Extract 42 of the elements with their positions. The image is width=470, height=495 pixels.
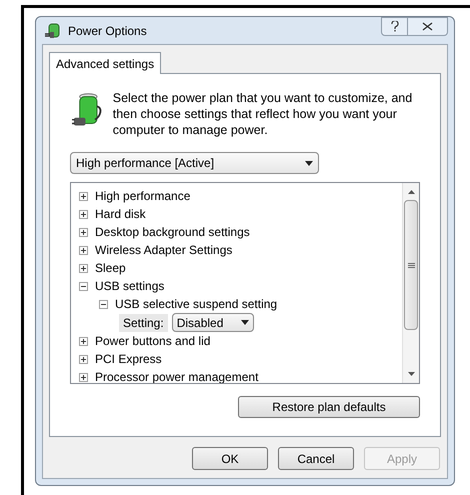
- caret-icon: [305, 160, 313, 166]
- expand-icon[interactable]: [79, 228, 88, 236]
- setting-label: Setting:: [119, 314, 168, 332]
- expand-icon[interactable]: [79, 192, 88, 200]
- scroll-up-icon[interactable]: [408, 190, 414, 194]
- expand-icon[interactable]: [79, 336, 88, 346]
- expand-icon[interactable]: [79, 246, 88, 254]
- dialog-button[interactable]: OK: [192, 447, 268, 470]
- tree-item[interactable]: Sleep: [95, 259, 126, 277]
- close-button[interactable]: [408, 17, 448, 36]
- battery-plug-icon: [44, 22, 62, 40]
- tree-item[interactable]: PCI Express: [95, 350, 162, 368]
- plan-value: High performance [Active]: [76, 155, 214, 172]
- tree-item[interactable]: USB settings: [95, 277, 164, 295]
- expand-icon[interactable]: [79, 354, 88, 364]
- collapse-icon[interactable]: [79, 282, 88, 290]
- tree-item[interactable]: High performance: [95, 187, 190, 205]
- scrollbar[interactable]: [402, 183, 419, 383]
- tree-item[interactable]: Desktop background settings: [95, 223, 250, 241]
- tree-item[interactable]: Hard disk: [95, 205, 146, 223]
- intro-text: Select the power plan that you want to customize, and then choose settings that reflect how you want your computer to manage power.: [112, 90, 414, 138]
- grip-icon: [408, 262, 414, 268]
- help-button[interactable]: [381, 17, 408, 36]
- caret-icon: [240, 320, 249, 325]
- scrollbar-thumb[interactable]: [404, 200, 418, 330]
- setting-value: Disabled: [176, 314, 224, 332]
- expand-icon[interactable]: [79, 372, 88, 382]
- restore-defaults-button[interactable]: Restore plan defaults: [238, 396, 420, 418]
- dialog-button[interactable]: Cancel: [278, 447, 354, 470]
- collapse-icon[interactable]: [99, 300, 108, 308]
- tree-item[interactable]: USB selective suspend setting: [115, 295, 278, 313]
- expand-icon[interactable]: [79, 264, 88, 272]
- help-icon: [390, 21, 398, 32]
- tab[interactable]: Advanced settings: [49, 52, 162, 74]
- tree-item[interactable]: Power buttons and lid: [95, 332, 210, 350]
- expand-icon[interactable]: [79, 210, 88, 218]
- window-title: Power Options: [68, 22, 147, 40]
- scroll-down-icon[interactable]: [408, 372, 414, 376]
- tree-item[interactable]: Wireless Adapter Settings: [95, 241, 232, 259]
- close-icon: [422, 22, 433, 31]
- setting-dropdown[interactable]: Disabled: [172, 313, 254, 332]
- plan-dropdown[interactable]: High performance [Active]: [70, 152, 319, 174]
